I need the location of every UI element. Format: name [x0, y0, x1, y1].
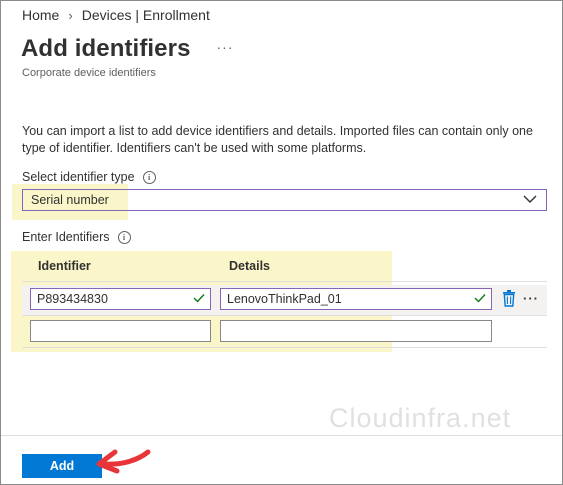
- more-options-icon[interactable]: ···: [217, 39, 234, 55]
- row-more-icon[interactable]: ···: [523, 291, 539, 306]
- chevron-right-icon: ›: [68, 7, 73, 23]
- watermark: Cloudinfra.net: [329, 403, 512, 433]
- header-divider: [22, 281, 547, 282]
- page-subtitle: Corporate device identifiers: [22, 67, 156, 79]
- add-button[interactable]: Add: [22, 454, 102, 478]
- details-input[interactable]: LenovoThinkPad_01: [220, 288, 492, 310]
- footer-divider: [1, 435, 562, 436]
- panel: Home › Devices | Enrollment Add identifi…: [0, 0, 563, 485]
- identifier-input-empty[interactable]: [30, 320, 211, 342]
- info-icon[interactable]: i: [117, 230, 131, 244]
- identifier-type-value: Serial number: [31, 193, 109, 207]
- details-input-empty[interactable]: [220, 320, 492, 342]
- column-header-details: Details: [229, 259, 270, 273]
- identifier-type-label: Select identifier type: [22, 170, 135, 184]
- breadcrumb: Home › Devices | Enrollment: [22, 7, 210, 23]
- breadcrumb-home[interactable]: Home: [22, 7, 59, 23]
- info-icon[interactable]: i: [142, 170, 156, 184]
- trash-icon[interactable]: [502, 290, 516, 307]
- checkmark-icon: [193, 294, 205, 303]
- column-header-identifier: Identifier: [38, 259, 91, 273]
- title-row: Add identifiers ···: [21, 35, 234, 63]
- enter-identifiers-label: Enter Identifiers: [22, 230, 110, 244]
- identifier-type-select[interactable]: Serial number: [22, 189, 547, 211]
- page-title: Add identifiers: [21, 35, 191, 62]
- enter-identifiers-label-row: Enter Identifiers i: [22, 230, 131, 244]
- chevron-down-icon: [523, 195, 537, 203]
- checkmark-icon: [474, 294, 486, 303]
- row-divider: [22, 347, 547, 348]
- description-text: You can import a list to add device iden…: [22, 124, 533, 155]
- breadcrumb-devices-enrollment[interactable]: Devices | Enrollment: [82, 7, 210, 23]
- identifier-value: P893434830: [37, 292, 108, 306]
- details-value: LenovoThinkPad_01: [227, 292, 342, 306]
- identifier-input[interactable]: P893434830: [30, 288, 211, 310]
- row-divider: [22, 315, 547, 316]
- arrow-icon: [96, 449, 151, 474]
- identifier-type-label-row: Select identifier type i: [22, 170, 156, 184]
